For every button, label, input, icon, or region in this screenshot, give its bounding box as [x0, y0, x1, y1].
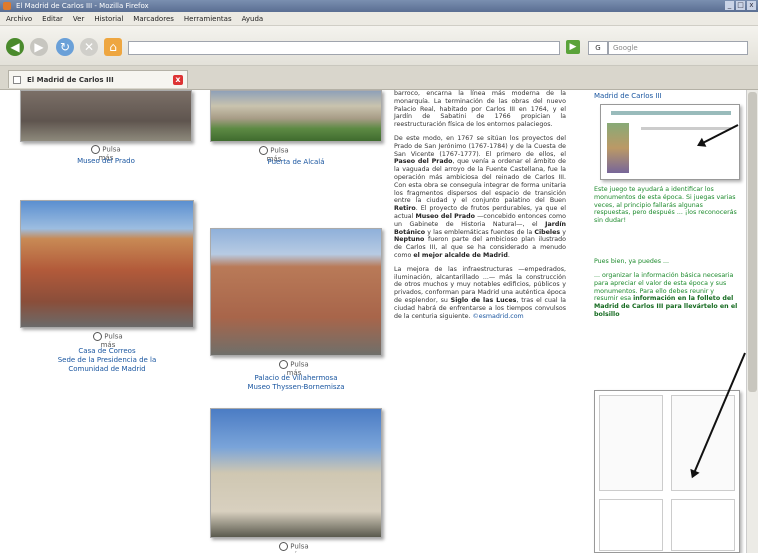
- photo-puerta-de-alcala[interactable]: [210, 90, 382, 142]
- scrollbar-thumb[interactable]: [748, 92, 757, 392]
- tab-label: El Madrid de Carlos III: [27, 76, 114, 84]
- zoom-iglesia[interactable]: Pulsa más: [274, 542, 314, 553]
- photo-museo-del-prado[interactable]: [20, 90, 192, 142]
- caption-correos[interactable]: Casa de Correos Sede de la Presidencia d…: [10, 347, 204, 374]
- menu-ver[interactable]: Ver: [73, 12, 84, 25]
- magnifier-icon: [93, 332, 103, 341]
- sidebar-text-ya-puedes: Pues bien, ya puedes ...: [594, 258, 670, 265]
- reload-icon[interactable]: ↻: [56, 38, 74, 56]
- thumb-photo-strip: [607, 123, 629, 173]
- article-text: barroco, encarna la línea más moderna de…: [394, 90, 566, 326]
- address-bar[interactable]: [128, 41, 560, 55]
- stop-icon[interactable]: ✕: [80, 38, 98, 56]
- thumb-line: [641, 127, 731, 130]
- article-paragraph-1: barroco, encarna la línea más moderna de…: [394, 90, 566, 129]
- magnifier-icon: [279, 542, 289, 551]
- menu-marcadores[interactable]: Marcadores: [133, 12, 174, 25]
- caption-alcala[interactable]: Puerta de Alcalá: [210, 158, 382, 167]
- menu-bar: Archivo Editar Ver Historial Marcadores …: [0, 12, 758, 26]
- page-content: Pulsa más Museo del Prado Pulsa más Casa…: [0, 90, 746, 553]
- back-arrow-icon[interactable]: ◀: [6, 38, 24, 56]
- sidebar-link-madrid[interactable]: Madrid de Carlos III: [594, 92, 662, 100]
- photo-casa-de-correos[interactable]: [20, 200, 194, 328]
- folleto-page-bottom-left: [599, 499, 663, 551]
- thumb-header-bar: [611, 111, 731, 115]
- caption-prado[interactable]: Museo del Prado: [20, 157, 192, 166]
- tab-bar: El Madrid de Carlos III x: [0, 66, 758, 90]
- game-thumbnail[interactable]: [600, 104, 740, 180]
- vertical-scrollbar[interactable]: [746, 90, 758, 553]
- magnifier-icon: [279, 360, 289, 369]
- menu-editar[interactable]: Editar: [42, 12, 63, 25]
- photo-iglesia[interactable]: [210, 408, 382, 538]
- source-link[interactable]: ©esmadrid.com: [472, 313, 523, 320]
- search-input[interactable]: Google: [608, 41, 748, 55]
- menu-historial[interactable]: Historial: [94, 12, 123, 25]
- article-paragraph-2: De este modo, en 1767 se sitúan los proy…: [394, 134, 566, 259]
- magnifier-icon: [259, 146, 269, 155]
- go-arrow-icon[interactable]: ▶: [566, 40, 580, 54]
- tab-madrid-carlos-iii[interactable]: El Madrid de Carlos III x: [8, 70, 188, 88]
- menu-ayuda[interactable]: Ayuda: [242, 12, 264, 25]
- caption-villahermosa[interactable]: Palacio de Villahermosa Museo Thyssen-Bo…: [210, 374, 382, 392]
- folleto-page-right: [671, 395, 735, 491]
- window-controls: _ □ x: [725, 1, 756, 10]
- magnifier-icon: [91, 145, 101, 154]
- search-engine-selector[interactable]: G: [588, 41, 608, 55]
- close-tab-icon[interactable]: x: [173, 75, 183, 85]
- sidebar-game-text: Este juego te ayudará a identificar los …: [594, 186, 737, 225]
- window-titlebar: El Madrid de Carlos III - Mozilla Firefo…: [0, 0, 758, 12]
- forward-arrow-icon[interactable]: ▶: [30, 38, 48, 56]
- folleto-page-bottom-right: [671, 499, 735, 551]
- folleto-page-left: [599, 395, 663, 491]
- sidebar-folleto-text: ... organizar la información básica nece…: [594, 272, 738, 318]
- firefox-icon: [3, 2, 11, 10]
- article-paragraph-3: La mejora de las infraestructuras —emped…: [394, 265, 566, 320]
- photo-palacio-villahermosa[interactable]: [210, 228, 382, 356]
- maximize-button[interactable]: □: [736, 1, 745, 10]
- minimize-button[interactable]: _: [725, 1, 734, 10]
- menu-herramientas[interactable]: Herramientas: [184, 12, 232, 25]
- menu-archivo[interactable]: Archivo: [6, 12, 32, 25]
- close-window-button[interactable]: x: [747, 1, 756, 10]
- navigation-toolbar: ◀ ▶ ↻ ✕ ⌂ ▶ G Google: [0, 26, 758, 66]
- home-icon[interactable]: ⌂: [104, 38, 122, 56]
- window-title: El Madrid de Carlos III - Mozilla Firefo…: [16, 2, 149, 10]
- page-favicon-icon: [13, 76, 21, 84]
